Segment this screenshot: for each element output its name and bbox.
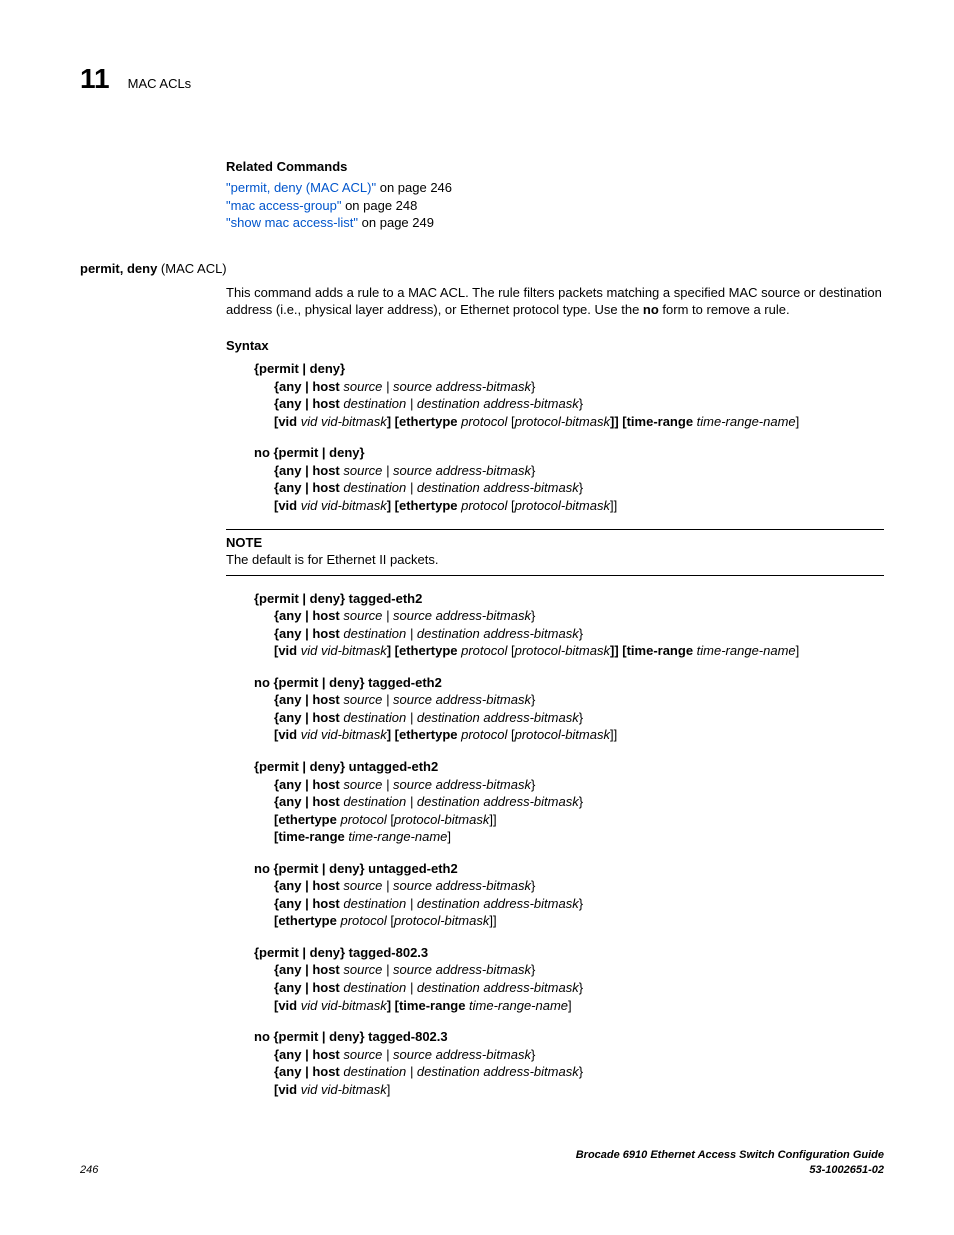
page-header: 11 MAC ACLs	[80, 60, 884, 98]
syntax-heading: Syntax	[226, 337, 884, 355]
syntax-block-6: no {permit | deny} untagged-eth2 {any | …	[254, 860, 884, 930]
chapter-title: MAC ACLs	[128, 75, 192, 93]
syntax-block-8: no {permit | deny} tagged-802.3 {any | h…	[254, 1028, 884, 1098]
chapter-number: 11	[80, 60, 110, 98]
syntax-block-5: {permit | deny} untagged-eth2 {any | hos…	[254, 758, 884, 846]
related-commands-heading: Related Commands	[226, 158, 884, 176]
syntax-block-2: no {permit | deny} {any | host source | …	[254, 444, 884, 514]
related-link-2: "mac access-group" on page 248	[226, 197, 884, 215]
note-text: The default is for Ethernet II packets.	[226, 551, 884, 569]
syntax-block-7: {permit | deny} tagged-802.3 {any | host…	[254, 944, 884, 1014]
footer-doc-info: Brocade 6910 Ethernet Access Switch Conf…	[576, 1148, 884, 1178]
link-permit-deny[interactable]: "permit, deny (MAC ACL)"	[226, 180, 376, 195]
link-show-mac-access-list[interactable]: "show mac access-list"	[226, 215, 358, 230]
link-mac-access-group[interactable]: "mac access-group"	[226, 198, 341, 213]
page-number: 246	[80, 1163, 98, 1178]
related-link-1: "permit, deny (MAC ACL)" on page 246	[226, 179, 884, 197]
note-box: NOTE The default is for Ethernet II pack…	[226, 529, 884, 576]
syntax-block-1: {permit | deny} {any | host source | sou…	[254, 360, 884, 430]
page-footer: 246 Brocade 6910 Ethernet Access Switch …	[80, 1148, 884, 1178]
note-label: NOTE	[226, 534, 884, 552]
command-title: permit, deny (MAC ACL)	[80, 260, 884, 278]
syntax-block-3: {permit | deny} tagged-eth2 {any | host …	[254, 590, 884, 660]
related-link-3: "show mac access-list" on page 249	[226, 214, 884, 232]
command-description: This command adds a rule to a MAC ACL. T…	[226, 284, 884, 319]
syntax-block-4: no {permit | deny} tagged-eth2 {any | ho…	[254, 674, 884, 744]
